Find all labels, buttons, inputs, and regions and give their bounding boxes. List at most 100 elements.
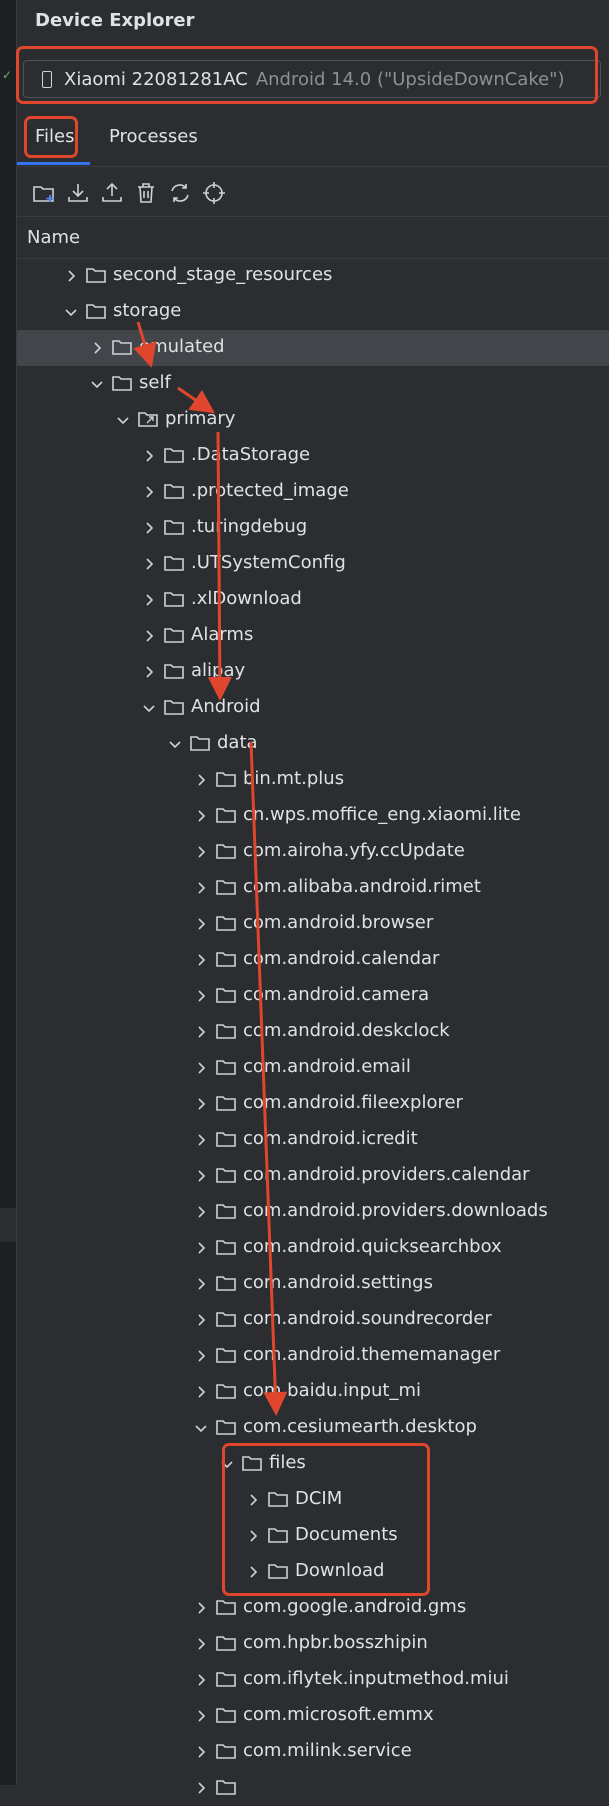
tree-row[interactable]: com.baidu.input_mi — [17, 1374, 609, 1410]
tree-row[interactable]: com.airoha.yfy.ccUpdate — [17, 834, 609, 870]
tree-row[interactable]: second_stage_resources — [17, 258, 609, 294]
tree-row[interactable]: Download — [17, 1554, 609, 1590]
tree-row[interactable]: com.android.camera — [17, 978, 609, 1014]
chevron-right-icon[interactable] — [193, 1276, 209, 1292]
chevron-right-icon[interactable] — [141, 484, 157, 500]
tree-row[interactable]: .turingdebug — [17, 510, 609, 546]
chevron-right-icon[interactable] — [193, 1600, 209, 1616]
chevron-right-icon[interactable] — [193, 844, 209, 860]
download-icon[interactable] — [65, 180, 91, 206]
tree-row[interactable]: primary — [17, 402, 609, 438]
tab-files[interactable]: Files — [35, 126, 75, 147]
chevron-right-icon[interactable] — [193, 952, 209, 968]
tree-row[interactable]: data — [17, 726, 609, 762]
column-header[interactable]: Name — [17, 218, 609, 259]
chevron-right-icon[interactable] — [193, 1060, 209, 1076]
tree-row[interactable]: com.cesiumearth.desktop — [17, 1410, 609, 1446]
chevron-right-icon[interactable] — [193, 1672, 209, 1688]
chevron-right-icon[interactable] — [193, 1348, 209, 1364]
chevron-right-icon[interactable] — [63, 268, 79, 284]
folder-icon — [267, 1526, 289, 1544]
chevron-down-icon[interactable] — [63, 304, 79, 320]
tree-row[interactable]: com.android.browser — [17, 906, 609, 942]
tree-row[interactable]: Documents — [17, 1518, 609, 1554]
chevron-right-icon[interactable] — [141, 556, 157, 572]
device-selector[interactable]: Xiaomi 22081281AC Android 14.0 ("UpsideD… — [23, 60, 601, 98]
tree-row[interactable]: com.hpbr.bosszhipin — [17, 1626, 609, 1662]
tree-row[interactable]: storage — [17, 294, 609, 330]
tree-row[interactable]: files — [17, 1446, 609, 1482]
tree-row[interactable]: com.android.providers.downloads — [17, 1194, 609, 1230]
tree-row[interactable]: .xlDownload — [17, 582, 609, 618]
folder-icon — [215, 986, 237, 1004]
tree-row[interactable]: com.iflytek.inputmethod.miui — [17, 1662, 609, 1698]
chevron-right-icon[interactable] — [245, 1492, 261, 1508]
tree-row[interactable]: com.android.quicksearchbox — [17, 1230, 609, 1266]
chevron-right-icon[interactable] — [193, 1312, 209, 1328]
chevron-right-icon[interactable] — [193, 1168, 209, 1184]
tree-row[interactable]: .UTSystemConfig — [17, 546, 609, 582]
tree-row[interactable]: com.android.thememanager — [17, 1338, 609, 1374]
chevron-right-icon[interactable] — [193, 1636, 209, 1652]
chevron-right-icon[interactable] — [193, 880, 209, 896]
tree-row[interactable]: Alarms — [17, 618, 609, 654]
tree-row[interactable]: com.android.fileexplorer — [17, 1086, 609, 1122]
tree-row[interactable]: com.alibaba.android.rimet — [17, 870, 609, 906]
chevron-right-icon[interactable] — [141, 520, 157, 536]
chevron-right-icon[interactable] — [245, 1528, 261, 1544]
tree-row[interactable]: .DataStorage — [17, 438, 609, 474]
chevron-down-icon[interactable] — [193, 1420, 209, 1436]
tree-row[interactable]: cn.wps.moffice_eng.xiaomi.lite — [17, 798, 609, 834]
folder-icon — [163, 446, 185, 464]
tree-row[interactable]: com.android.deskclock — [17, 1014, 609, 1050]
chevron-right-icon[interactable] — [193, 1024, 209, 1040]
chevron-right-icon[interactable] — [193, 1204, 209, 1220]
chevron-right-icon[interactable] — [193, 1384, 209, 1400]
tree-row[interactable]: com.android.soundrecorder — [17, 1302, 609, 1338]
tree-row[interactable]: com.android.providers.calendar — [17, 1158, 609, 1194]
new-folder-icon[interactable] — [31, 180, 57, 206]
chevron-down-icon[interactable] — [115, 412, 131, 428]
chevron-down-icon[interactable] — [219, 1456, 235, 1472]
chevron-right-icon[interactable] — [193, 1132, 209, 1148]
upload-icon[interactable] — [99, 180, 125, 206]
chevron-right-icon[interactable] — [141, 664, 157, 680]
tree-row[interactable]: alipay — [17, 654, 609, 690]
tree-row[interactable]: com.android.calendar — [17, 942, 609, 978]
tab-bar: Files Processes — [17, 118, 609, 167]
chevron-right-icon[interactable] — [193, 1708, 209, 1724]
chevron-right-icon[interactable] — [141, 592, 157, 608]
chevron-right-icon[interactable] — [193, 772, 209, 788]
chevron-right-icon[interactable] — [193, 1744, 209, 1760]
chevron-down-icon[interactable] — [141, 700, 157, 716]
tree-row[interactable]: bin.mt.plus — [17, 762, 609, 798]
tree-row[interactable]: DCIM — [17, 1482, 609, 1518]
chevron-right-icon[interactable] — [193, 916, 209, 932]
tree-row[interactable]: self — [17, 366, 609, 402]
chevron-right-icon[interactable] — [193, 988, 209, 1004]
tree-row[interactable]: com.microsoft.emmx — [17, 1698, 609, 1734]
chevron-down-icon[interactable] — [167, 736, 183, 752]
chevron-right-icon[interactable] — [141, 628, 157, 644]
chevron-right-icon[interactable] — [141, 448, 157, 464]
sync-icon[interactable] — [167, 180, 193, 206]
tree-row[interactable]: Android — [17, 690, 609, 726]
tree-row[interactable]: com.android.email — [17, 1050, 609, 1086]
tree-row[interactable]: emulated — [17, 330, 609, 366]
tree-row[interactable]: com.milink.service — [17, 1734, 609, 1770]
tree-row[interactable] — [17, 1770, 609, 1806]
chevron-right-icon[interactable] — [193, 808, 209, 824]
chevron-down-icon[interactable] — [89, 376, 105, 392]
chevron-right-icon[interactable] — [193, 1240, 209, 1256]
chevron-right-icon[interactable] — [89, 340, 105, 356]
chevron-right-icon[interactable] — [193, 1096, 209, 1112]
tree-row[interactable]: .protected_image — [17, 474, 609, 510]
locate-icon[interactable] — [201, 180, 227, 206]
tree-row[interactable]: com.android.icredit — [17, 1122, 609, 1158]
tab-processes[interactable]: Processes — [109, 126, 198, 147]
chevron-right-icon[interactable] — [245, 1564, 261, 1580]
delete-icon[interactable] — [133, 180, 159, 206]
chevron-right-icon[interactable] — [193, 1780, 209, 1796]
tree-row[interactable]: com.android.settings — [17, 1266, 609, 1302]
tree-row[interactable]: com.google.android.gms — [17, 1590, 609, 1626]
